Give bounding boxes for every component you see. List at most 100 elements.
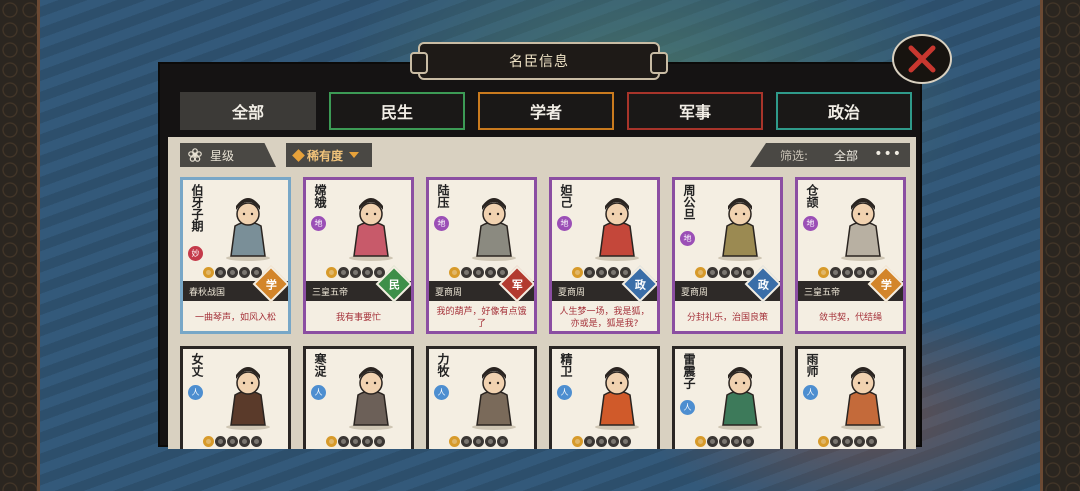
minister-portrait [349, 367, 393, 430]
star-icon [449, 436, 460, 447]
minister-portrait [226, 198, 270, 261]
minister-name: 仓颉 [805, 184, 819, 208]
star-icon [584, 267, 595, 278]
star-sort-button[interactable]: 星级 [180, 143, 276, 167]
minister-portrait [718, 367, 762, 430]
star-icon [707, 436, 718, 447]
minister-card[interactable]: 妲己地夏商周政人生梦一场，我是狐，亦或是，狐是我? [549, 177, 660, 334]
category-label: 军 [511, 278, 523, 291]
minister-quote: 我的葫芦，好像有点饿了 [436, 307, 527, 329]
star-icon [326, 267, 337, 278]
minister-name: 女丈 [190, 353, 204, 377]
star-rating [449, 267, 508, 278]
category-label: 学 [265, 278, 277, 291]
minister-card[interactable]: 陆压地夏商周军我的葫芦，好像有点饿了 [426, 177, 537, 334]
star-rating [695, 267, 754, 278]
star-icon [608, 436, 619, 447]
close-button[interactable] [892, 34, 952, 84]
star-icon [842, 267, 853, 278]
minister-name: 周公旦 [682, 184, 696, 220]
star-icon [203, 436, 214, 447]
filter-selector: 筛选: 全部 ••• [750, 143, 910, 167]
minister-card[interactable]: 精卫人 [549, 346, 660, 449]
minister-quote: 敛书契，代结绳 [818, 313, 882, 323]
minister-card[interactable]: 力牧人 [426, 346, 537, 449]
category-label: 学 [880, 278, 892, 291]
star-rating [818, 267, 877, 278]
star-rating [572, 436, 631, 447]
minister-portrait [349, 198, 393, 261]
rank-badge: 地 [311, 216, 326, 231]
star-rating [572, 267, 631, 278]
star-icon [695, 267, 706, 278]
flower-icon [188, 148, 202, 162]
minister-card-grid: 伯牙子期妙春秋战国学一曲琴声，如风入松 嫦娥地三皇五帝民我有事要忙 陆压地夏商周军我… [180, 177, 910, 449]
minister-name: 精卫 [559, 353, 573, 377]
filter-value[interactable]: 全部 [834, 147, 858, 164]
star-icon [854, 267, 865, 278]
minister-portrait [595, 367, 639, 430]
minister-card[interactable]: 雷震子人 [672, 346, 783, 449]
category-label: 政 [757, 278, 769, 291]
minister-card[interactable]: 仓颉地三皇五帝学敛书契，代结绳 [795, 177, 906, 334]
star-icon [830, 267, 841, 278]
tab-military[interactable]: 军事 [627, 92, 763, 130]
rank-badge: 地 [680, 231, 695, 246]
minister-portrait [595, 198, 639, 261]
star-rating [695, 436, 754, 447]
minister-quote: 一曲琴声，如风入松 [194, 313, 276, 323]
star-rating [203, 267, 262, 278]
minister-card[interactable]: 周公旦地夏商周政分封礼乐，治国良策 [672, 177, 783, 334]
filter-label: 筛选: [780, 148, 809, 163]
star-icon [608, 267, 619, 278]
star-rating [203, 436, 262, 447]
star-icon [473, 436, 484, 447]
rank-badge: 人 [680, 400, 695, 415]
tab-all[interactable]: 全部 [180, 92, 316, 130]
star-icon [473, 267, 484, 278]
rarity-sort-button[interactable]: 稀有度 [286, 143, 372, 167]
minister-card[interactable]: 嫦娥地三皇五帝民我有事要忙 [303, 177, 414, 334]
rank-badge: 人 [311, 385, 326, 400]
minister-card[interactable]: 雨师人 [795, 346, 906, 449]
category-label: 民 [388, 278, 400, 291]
star-icon [596, 267, 607, 278]
tab-politics[interactable]: 政治 [776, 92, 912, 130]
tab-scholar[interactable]: 学者 [478, 92, 614, 130]
star-icon [350, 267, 361, 278]
star-icon [326, 436, 337, 447]
minister-name: 力牧 [436, 353, 450, 377]
minister-name: 雷震子 [682, 353, 696, 389]
star-icon [239, 436, 250, 447]
minister-portrait [841, 367, 885, 430]
star-icon [731, 436, 742, 447]
minister-card[interactable]: 伯牙子期妙春秋战国学一曲琴声，如风入松 [180, 177, 291, 334]
card-list-area: 星级 稀有度 筛选: 全部 ••• 伯牙子期妙春秋战国学一曲琴声，如风入松 嫦娥地… [168, 137, 916, 449]
rank-badge: 人 [557, 385, 572, 400]
minister-portrait [841, 198, 885, 261]
category-label: 政 [634, 278, 646, 291]
star-icon [866, 436, 877, 447]
star-rating [326, 267, 385, 278]
filter-row: 星级 稀有度 筛选: 全部 ••• [168, 137, 916, 171]
star-icon [251, 436, 262, 447]
minister-card[interactable]: 寒浞人 [303, 346, 414, 449]
more-options-icon[interactable]: ••• [874, 146, 902, 162]
star-icon [584, 436, 595, 447]
star-rating [326, 436, 385, 447]
minister-name: 伯牙子期 [190, 184, 204, 232]
star-icon [743, 436, 754, 447]
star-icon [227, 436, 238, 447]
minister-name: 寒浞 [313, 353, 327, 377]
star-icon [461, 436, 472, 447]
tab-minsheng[interactable]: 民生 [329, 92, 465, 130]
star-icon [461, 267, 472, 278]
star-icon [203, 267, 214, 278]
star-icon [449, 267, 460, 278]
star-icon [362, 436, 373, 447]
star-icon [707, 267, 718, 278]
star-icon [830, 436, 841, 447]
minister-card[interactable]: 女丈人 [180, 346, 291, 449]
star-icon [227, 267, 238, 278]
rank-badge: 地 [434, 216, 449, 231]
